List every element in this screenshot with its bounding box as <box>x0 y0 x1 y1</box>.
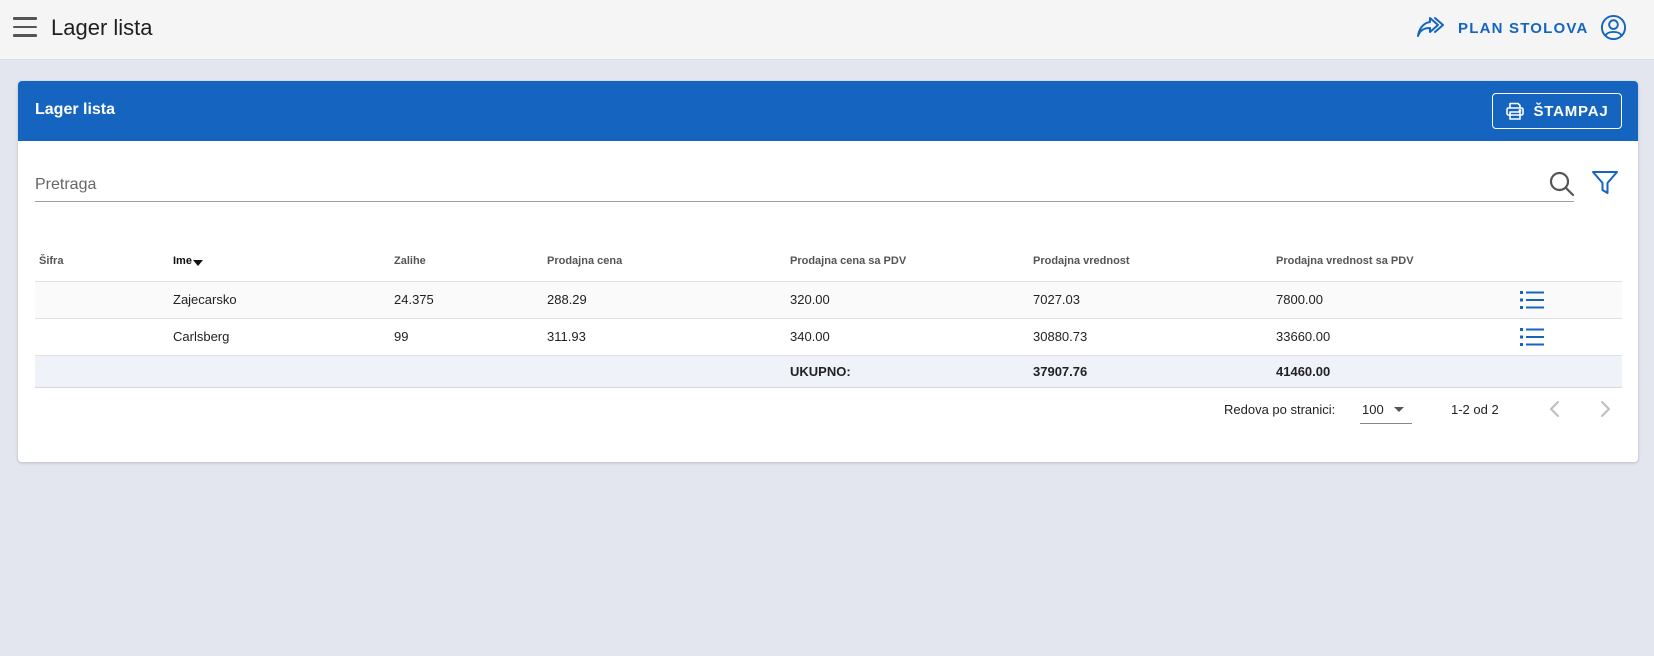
column-header-zalihe[interactable]: Zalihe <box>390 241 543 282</box>
total-prodajna-vrednost-pdv: 41460.00 <box>1272 355 1515 388</box>
print-label: ŠTAMPAJ <box>1533 102 1609 120</box>
plan-stolova-button[interactable]: PLAN STOLOVA <box>1416 13 1589 43</box>
rows-per-page-value: 100 <box>1362 402 1384 417</box>
total-label: UKUPNO: <box>786 355 1029 388</box>
lager-card: Lager lista ŠTAMPAJ Šifra Ime Zalih <box>18 81 1638 462</box>
card-header: Lager lista ŠTAMPAJ <box>18 81 1638 141</box>
hamburger-menu-icon[interactable] <box>13 17 37 37</box>
page-title: Lager lista <box>51 15 153 40</box>
column-header-prodajna-cena[interactable]: Prodajna cena <box>543 241 786 282</box>
cell-prodajna-cena: 311.93 <box>543 318 786 356</box>
cell-ime: Zajecarsko <box>169 281 390 319</box>
column-header-actions <box>1515 241 1622 282</box>
total-prodajna-vrednost: 37907.76 <box>1029 355 1272 388</box>
column-header-sifra[interactable]: Šifra <box>35 241 169 282</box>
printer-icon <box>1506 102 1525 120</box>
column-header-prodajna-vrednost[interactable]: Prodajna vrednost <box>1029 241 1272 282</box>
column-header-ime-label: Ime <box>173 254 192 267</box>
cell-actions <box>1515 281 1622 319</box>
cell-sifra <box>35 318 169 356</box>
cell-actions <box>1515 318 1622 356</box>
share-forward-icon <box>1417 17 1444 37</box>
list-details-icon[interactable] <box>1519 326 1545 348</box>
search-icon[interactable] <box>1548 170 1576 198</box>
list-details-icon[interactable] <box>1519 289 1545 311</box>
table-row[interactable]: Zajecarsko 24.375 288.29 320.00 7027.03 … <box>35 281 1622 319</box>
page-range: 1-2 od 2 <box>1451 402 1499 417</box>
card-title: Lager lista <box>35 101 116 118</box>
print-button[interactable]: ŠTAMPAJ <box>1492 93 1622 129</box>
column-header-prodajna-cena-pdv[interactable]: Prodajna cena sa PDV <box>786 241 1029 282</box>
next-page-icon[interactable] <box>1594 398 1616 420</box>
previous-page-icon[interactable] <box>1544 398 1566 420</box>
cell-sifra <box>35 281 169 319</box>
table-row[interactable]: Carlsberg 99 311.93 340.00 30880.73 3366… <box>35 318 1622 356</box>
search-input[interactable] <box>35 169 1525 201</box>
rows-per-page-label: Redova po stranici: <box>1224 402 1336 417</box>
column-header-ime[interactable]: Ime <box>169 241 390 282</box>
cell-prodajna-vrednost-pdv: 33660.00 <box>1272 318 1515 356</box>
dropdown-caret-icon <box>1394 407 1404 412</box>
column-header-prodajna-vrednost-pdv[interactable]: Prodajna vrednost sa PDV <box>1272 241 1515 282</box>
top-app-bar: Lager lista PLAN STOLOVA <box>0 0 1654 60</box>
cell-prodajna-vrednost: 7027.03 <box>1029 281 1272 319</box>
cell-ime: Carlsberg <box>169 318 390 356</box>
cell-prodajna-cena: 288.29 <box>543 281 786 319</box>
cell-prodajna-cena-pdv: 340.00 <box>786 318 1029 356</box>
cell-zalihe: 24.375 <box>390 281 543 319</box>
sort-descending-icon <box>192 259 203 266</box>
search-field <box>35 169 1574 202</box>
cell-prodajna-cena-pdv: 320.00 <box>786 281 1029 319</box>
rows-per-page-select[interactable]: 100 <box>1360 394 1412 424</box>
cell-prodajna-vrednost-pdv: 7800.00 <box>1272 281 1515 319</box>
total-row: UKUPNO: 37907.76 41460.00 <box>35 355 1622 388</box>
filter-icon[interactable] <box>1591 169 1619 197</box>
account-circle-icon[interactable] <box>1600 14 1627 41</box>
pagination: Redova po stranici: 100 1-2 od 2 <box>18 394 1638 424</box>
plan-stolova-label: PLAN STOLOVA <box>1458 19 1589 37</box>
table-header-row: Šifra Ime Zalihe Prodajna cena Prodajna … <box>35 241 1622 282</box>
cell-prodajna-vrednost: 30880.73 <box>1029 318 1272 356</box>
cell-zalihe: 99 <box>390 318 543 356</box>
lager-table: Šifra Ime Zalihe Prodajna cena Prodajna … <box>35 241 1622 388</box>
